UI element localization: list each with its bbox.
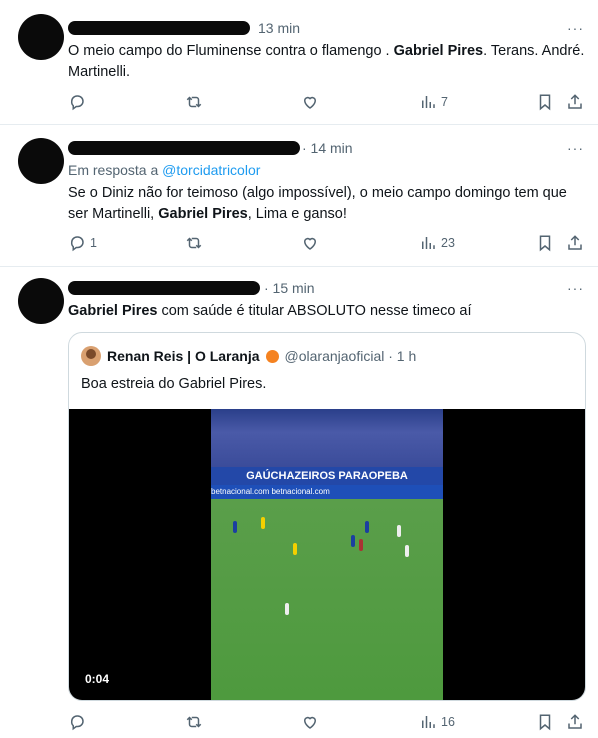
heart-icon bbox=[303, 96, 317, 109]
reply-icon bbox=[70, 236, 84, 252]
tweet-1[interactable]: 13 min ··· O meio campo do Fluminense co… bbox=[0, 0, 598, 125]
avatar[interactable] bbox=[18, 138, 64, 184]
view-count: 16 bbox=[441, 715, 455, 729]
quoted-text: Boa estreia do Gabriel Pires. bbox=[81, 376, 267, 392]
more-options-icon[interactable]: ··· bbox=[567, 280, 584, 296]
player bbox=[397, 525, 401, 537]
timestamp[interactable]: · 15 min bbox=[264, 280, 315, 296]
bookmark-icon bbox=[539, 94, 551, 111]
redacted-username bbox=[68, 21, 250, 35]
tweet-2[interactable]: · 14 min ··· Em resposta a @torcidatrico… bbox=[0, 124, 598, 267]
player bbox=[351, 535, 355, 547]
heart-icon bbox=[303, 716, 317, 729]
like-button[interactable] bbox=[301, 233, 319, 253]
share-icon bbox=[568, 94, 582, 109]
player bbox=[405, 545, 409, 557]
reply-button[interactable] bbox=[68, 92, 90, 112]
like-button[interactable] bbox=[301, 92, 319, 112]
views-button[interactable]: 23 bbox=[419, 233, 455, 253]
retweet-icon bbox=[186, 716, 202, 728]
orange-emoji-icon bbox=[265, 349, 279, 363]
reply-button[interactable] bbox=[68, 712, 90, 732]
like-button[interactable] bbox=[301, 712, 319, 732]
stadium-crowd bbox=[211, 409, 443, 467]
views-icon bbox=[422, 237, 435, 249]
timestamp[interactable]: · 14 min bbox=[302, 140, 353, 156]
reply-button[interactable]: 1 bbox=[68, 233, 97, 253]
redacted-username bbox=[68, 141, 300, 155]
mention-link[interactable]: @torcidatricolor bbox=[162, 162, 260, 178]
tweet-text: Gabriel Pires com saúde é titular ABSOLU… bbox=[68, 303, 472, 319]
player bbox=[233, 521, 237, 533]
reply-context: Em resposta a @torcidatricolor bbox=[68, 162, 261, 178]
view-count: 23 bbox=[441, 236, 455, 250]
quoted-display-name[interactable]: Renan Reis | O Laranja bbox=[107, 348, 260, 364]
retweet-button[interactable] bbox=[185, 712, 203, 732]
retweet-icon bbox=[186, 96, 202, 108]
views-button[interactable]: 16 bbox=[419, 712, 455, 732]
timestamp[interactable]: 13 min bbox=[258, 20, 300, 36]
more-options-icon[interactable]: ··· bbox=[567, 140, 584, 156]
share-icon bbox=[568, 714, 582, 729]
more-options-icon[interactable]: ··· bbox=[567, 20, 584, 36]
view-count: 7 bbox=[441, 95, 448, 109]
player bbox=[293, 543, 297, 555]
retweet-icon bbox=[186, 237, 202, 249]
reply-icon bbox=[70, 715, 84, 731]
video-frame: GAÚCHAZEIROS PARAOPEBA betnacional.com b… bbox=[211, 409, 443, 700]
video-timestamp: 0:04 bbox=[85, 672, 110, 686]
player bbox=[365, 521, 369, 533]
share-button[interactable] bbox=[566, 712, 584, 732]
player bbox=[359, 539, 363, 551]
quoted-tweet-header: Renan Reis | O Laranja @olaranjaoficial … bbox=[81, 345, 416, 367]
bookmark-icon bbox=[539, 714, 551, 731]
tweet-actions: 7 bbox=[68, 92, 586, 112]
player bbox=[285, 603, 289, 615]
retweet-button[interactable] bbox=[185, 233, 203, 253]
views-button[interactable]: 7 bbox=[419, 92, 448, 112]
redacted-username bbox=[68, 281, 260, 295]
quoted-avatar[interactable] bbox=[81, 346, 101, 366]
views-icon bbox=[422, 716, 435, 728]
views-icon bbox=[422, 96, 435, 108]
bookmark-button[interactable] bbox=[536, 92, 554, 112]
ad-board-sub: betnacional.com betnacional.com bbox=[211, 485, 443, 499]
quoted-handle: @olaranjaoficial · 1 h bbox=[284, 348, 417, 364]
heart-icon bbox=[303, 237, 317, 250]
pitch bbox=[211, 499, 443, 700]
tweet-actions: 1 23 bbox=[68, 233, 586, 253]
tweet-text: O meio campo do Fluminense contra o flam… bbox=[68, 43, 585, 80]
quoted-tweet[interactable]: Renan Reis | O Laranja @olaranjaoficial … bbox=[68, 332, 586, 701]
reply-icon bbox=[70, 95, 84, 111]
retweet-button[interactable] bbox=[185, 92, 203, 112]
tweet-3[interactable]: · 15 min ··· Gabriel Pires com saúde é t… bbox=[0, 266, 598, 738]
tweet-text: Se o Diniz não for teimoso (algo impossí… bbox=[68, 185, 567, 222]
avatar[interactable] bbox=[18, 14, 64, 60]
avatar[interactable] bbox=[18, 278, 64, 324]
player bbox=[261, 517, 265, 529]
bookmark-button[interactable] bbox=[536, 233, 554, 253]
share-icon bbox=[568, 235, 582, 250]
bookmark-icon bbox=[539, 235, 551, 252]
reply-count: 1 bbox=[90, 236, 97, 250]
bookmark-button[interactable] bbox=[536, 712, 554, 732]
tweet-actions: 16 bbox=[68, 712, 586, 732]
share-button[interactable] bbox=[566, 233, 584, 253]
share-button[interactable] bbox=[566, 92, 584, 112]
video-player[interactable]: GAÚCHAZEIROS PARAOPEBA betnacional.com b… bbox=[69, 409, 585, 700]
ad-board: GAÚCHAZEIROS PARAOPEBA bbox=[211, 467, 443, 485]
